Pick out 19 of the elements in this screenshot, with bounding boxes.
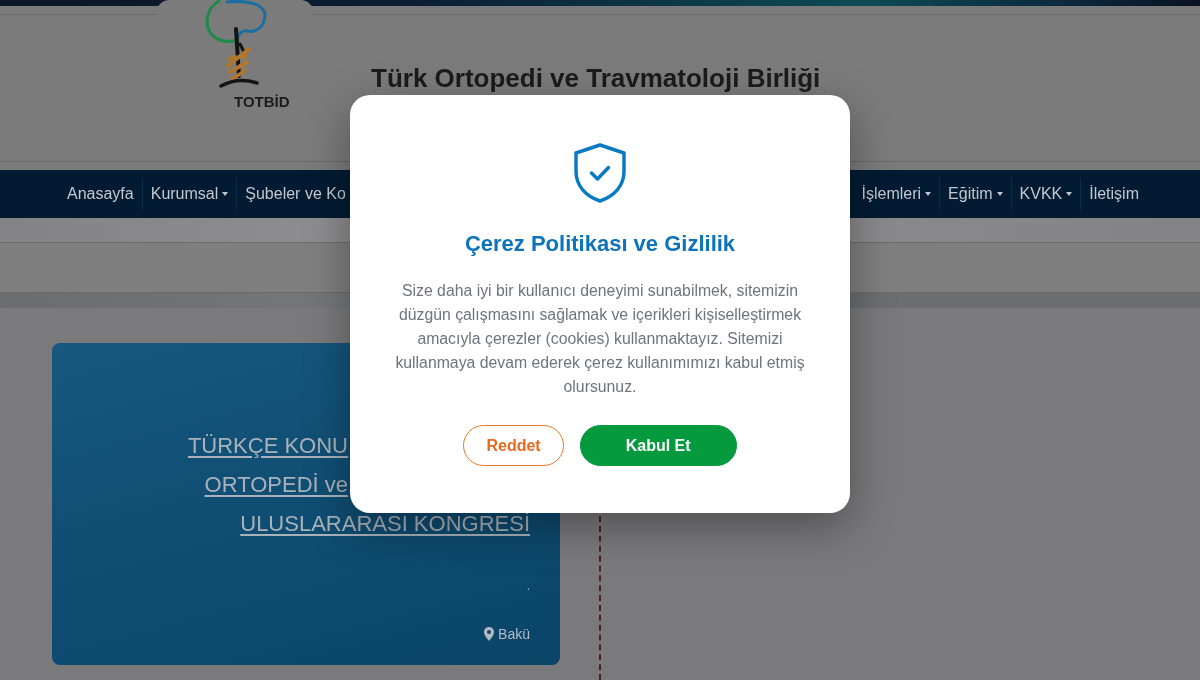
location-label: Bakü — [498, 625, 530, 643]
card-title-link[interactable]: ORTOPEDİ ve — [204, 474, 348, 496]
card-title-link[interactable]: TÜRKÇE KONU — [187, 435, 348, 457]
nav-link[interactable]: Şubeler ve Ko — [245, 183, 346, 205]
site-title: Türk Ortopedi ve Travmatoloji Birliği — [371, 62, 821, 94]
nav-link[interactable]: Anasayfa — [67, 183, 134, 205]
nav-link[interactable]: KVKK — [1019, 183, 1073, 205]
dialog-title: Çerez Politikası ve Gizlilik — [464, 230, 736, 258]
shield-check-icon — [573, 143, 627, 203]
logo-text: TOTBİD — [234, 93, 290, 111]
nav-link[interactable]: İşlemleri — [861, 183, 932, 205]
nav-link[interactable]: Kurumsal — [150, 183, 229, 205]
card-note: . — [526, 579, 530, 593]
dialog-message: Size daha iyi bir kullanıcı deneyimi sunabilmek, sitemizin düzgün çalışmasını sağlamak ve içerikleri kişiselleştirmek amacıyla çerezler (cookies) kullanmaktayız. Sitemizi kullanmaya devam ederek çerez kullanımımızı kabul etmiş olursunuz. — [394, 281, 806, 397]
nav-link[interactable]: İletişim — [1089, 183, 1139, 205]
accept-button[interactable]: Kabul Et — [579, 425, 737, 466]
card-title-link[interactable]: ULUSLARARASI KONGRESİ — [240, 513, 530, 535]
nav-link[interactable]: Eğitim — [948, 183, 1003, 205]
map-pin-icon — [484, 627, 495, 641]
